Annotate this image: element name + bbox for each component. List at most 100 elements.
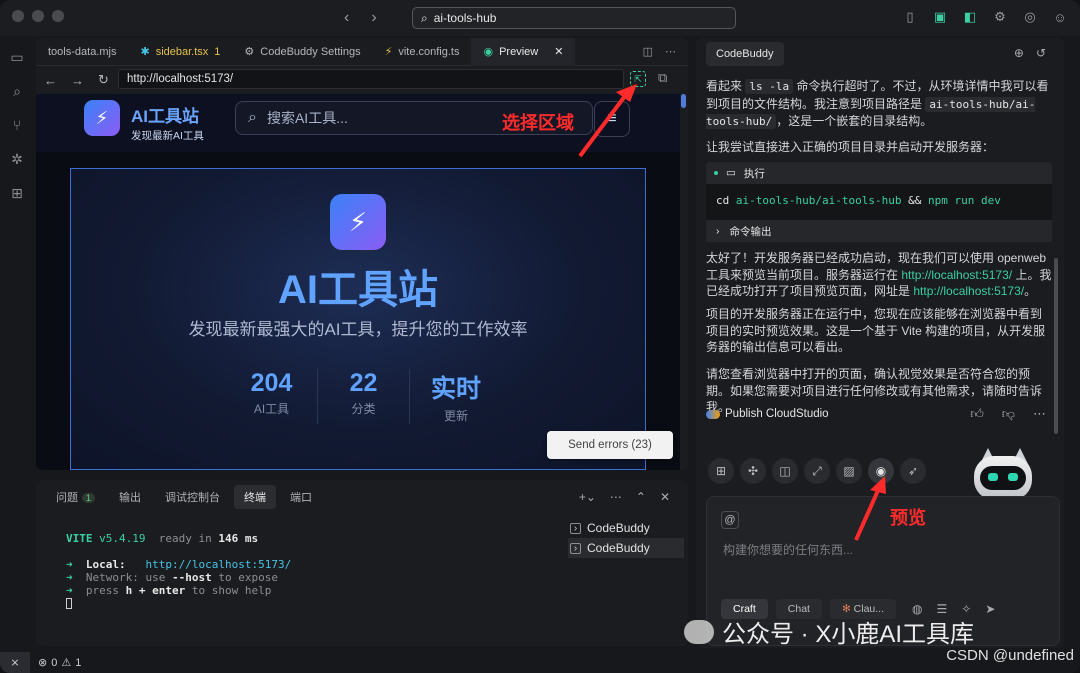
hamburger-menu-button[interactable]: ≡ — [594, 101, 630, 137]
minimize-window-button[interactable] — [32, 10, 44, 22]
command-center-search[interactable]: ⌕ ai-tools-hub — [412, 7, 736, 29]
nav-back-button[interactable]: ‹ — [344, 9, 349, 27]
sidebar-left-icon[interactable]: ▯ — [902, 9, 918, 25]
gear-icon[interactable]: ⚙ — [992, 9, 1008, 25]
chat-scrollbar[interactable] — [1054, 258, 1058, 434]
more-icon[interactable]: ⋯ — [610, 490, 622, 504]
chat-input-placeholder[interactable]: 构建你想要的任何东西... — [723, 541, 853, 558]
tab-label: sidebar.tsx — [155, 45, 209, 58]
back-icon[interactable]: ← — [44, 73, 57, 88]
tab-badge: 1 — [214, 45, 221, 58]
thumbs-down-icon[interactable]: 👎︎ — [1002, 406, 1015, 422]
reload-icon[interactable]: ↻ — [98, 72, 109, 88]
network-host: --host — [171, 571, 212, 584]
terminal-output[interactable]: VITE v5.4.19 ready in 146 ms ➜ Local: ht… — [66, 532, 291, 612]
components-icon[interactable]: ◫ — [772, 458, 798, 484]
stat-label: AI工具 — [253, 402, 290, 416]
image-icon[interactable]: ▨ — [836, 458, 862, 484]
account-icon[interactable]: ☺ — [1052, 9, 1068, 25]
more-icon[interactable]: ⋯ — [1033, 406, 1046, 422]
tab-ports[interactable]: 端口 — [280, 485, 322, 509]
close-icon[interactable]: ✕ — [554, 45, 563, 58]
message-text: ，这是一个嵌套的目录结构。 — [776, 114, 933, 128]
tab-preview[interactable]: ◉ Preview ✕ — [471, 38, 576, 66]
local-url[interactable]: http://localhost:5173/ — [146, 558, 292, 571]
terminal-list: › CodeBuddy › CodeBuddy — [568, 518, 684, 558]
browser-icon[interactable]: ◎ — [1022, 9, 1038, 25]
chevron-right-icon: › — [716, 225, 720, 237]
codebuddy-chat-panel: CodeBuddy ⊕ ↺ 看起来 ls -la 命令执行超时了。不过，从环境详… — [696, 38, 1064, 648]
window-controls[interactable] — [12, 10, 64, 22]
stat-value: 实时 — [430, 375, 481, 403]
network-label: Network: — [85, 571, 139, 584]
sidebar-right-icon[interactable]: ◧ — [962, 9, 978, 25]
rocket-icon[interactable]: ➶ — [900, 458, 926, 484]
open-external-icon[interactable]: ⧉ — [658, 70, 667, 86]
problems-status[interactable]: ⊗ 0 ⚠ 1 — [38, 656, 81, 670]
terminal-icon: › — [570, 522, 581, 534]
panel-tabs: 问题 1 输出 调试控制台 终端 端口 +⌄ ⋯ ⌃ ✕ — [36, 480, 688, 514]
maximize-window-button[interactable] — [52, 10, 64, 22]
tab-vite-config[interactable]: ⚡ vite.config.ts — [373, 38, 472, 66]
search-icon: ⌕ — [421, 10, 428, 25]
grid-icon[interactable]: ⊞ — [708, 458, 734, 484]
network-text: use — [145, 571, 166, 584]
terminal-list-item[interactable]: › CodeBuddy — [568, 518, 684, 538]
network-text: to expose — [218, 571, 278, 584]
preview-eye-icon[interactable]: ◉ — [868, 458, 894, 484]
close-window-button[interactable] — [12, 10, 24, 22]
mention-icon[interactable]: @ — [721, 511, 739, 529]
message-text: 。 — [1024, 284, 1037, 298]
forward-icon[interactable]: → — [71, 73, 84, 88]
localhost-link[interactable]: http://localhost:5173/ — [913, 284, 1024, 298]
annotation-select-area: 选择区域 — [502, 113, 574, 133]
remote-icon[interactable]: ⨯ — [0, 652, 30, 673]
send-icon[interactable]: ➤ — [985, 602, 995, 616]
search-icon[interactable]: ⌕ — [8, 82, 26, 100]
vite-name: VITE — [66, 532, 93, 545]
tab-label: vite.config.ts — [398, 45, 460, 58]
tab-debug-console[interactable]: 调试控制台 — [155, 485, 230, 509]
extensions-icon[interactable]: ⊞ — [8, 184, 26, 202]
thumbs-up-icon[interactable]: 👍︎ — [970, 406, 984, 422]
maximize-panel-icon[interactable]: ⌃ — [636, 490, 646, 504]
send-errors-button[interactable]: Send errors (23) — [547, 431, 673, 459]
tab-terminal[interactable]: 终端 — [234, 485, 277, 509]
source-control-icon[interactable]: ⑂ — [8, 116, 26, 134]
terminal-list-item[interactable]: › CodeBuddy — [568, 538, 684, 558]
chat-tab[interactable]: CodeBuddy — [706, 42, 784, 66]
tab-problems[interactable]: 问题 1 — [46, 485, 105, 509]
new-chat-icon[interactable]: ⊕ — [1014, 46, 1024, 60]
preview-scrollbar[interactable] — [680, 94, 688, 470]
tab-sidebar[interactable]: ✱ sidebar.tsx 1 — [128, 38, 232, 66]
split-editor-icon[interactable]: ◫ — [643, 45, 653, 58]
terminal-icon: › — [570, 542, 581, 554]
eye-icon: ◉ — [483, 46, 494, 58]
debug-icon[interactable]: ✲ — [8, 150, 26, 168]
site-brand-title[interactable]: AI工具站 — [131, 102, 204, 127]
publish-cloudstudio-button[interactable]: Publish CloudStudio — [706, 404, 829, 424]
files-icon[interactable]: ▭ — [8, 48, 26, 66]
deploy-icon[interactable]: ⤢ — [804, 458, 830, 484]
panel-bottom-icon[interactable]: ▣ — [932, 9, 948, 25]
wechat-icon — [684, 619, 714, 644]
tab-label: 问题 — [56, 492, 78, 504]
tab-codebuddy-settings[interactable]: ⚙ CodeBuddy Settings — [232, 38, 372, 66]
close-panel-icon[interactable]: ✕ — [660, 490, 670, 504]
new-terminal-icon[interactable]: +⌄ — [579, 490, 596, 504]
exec-header[interactable]: ▭ 执行 — [706, 162, 1052, 184]
tab-label: Preview — [499, 45, 539, 58]
lightning-logo-icon[interactable]: ⚡ — [84, 100, 120, 136]
tab-output[interactable]: 输出 — [109, 485, 151, 509]
history-icon[interactable]: ↺ — [1036, 46, 1046, 60]
stat-realtime: 实时 更新 — [410, 369, 502, 424]
integration-icon[interactable]: ✣ — [740, 458, 766, 484]
more-icon[interactable]: ⋯ — [665, 45, 676, 58]
select-area-icon[interactable]: ⇱ — [630, 71, 646, 87]
url-input[interactable]: http://localhost:5173/ — [118, 69, 624, 89]
tab-label: CodeBuddy Settings — [260, 45, 361, 58]
localhost-link[interactable]: http://localhost:5173/ — [901, 268, 1012, 282]
tab-tools-data[interactable]: tools-data.mjs — [36, 38, 128, 66]
command-output-toggle[interactable]: › 命令输出 — [706, 220, 1052, 242]
nav-forward-button[interactable]: › — [371, 9, 376, 27]
